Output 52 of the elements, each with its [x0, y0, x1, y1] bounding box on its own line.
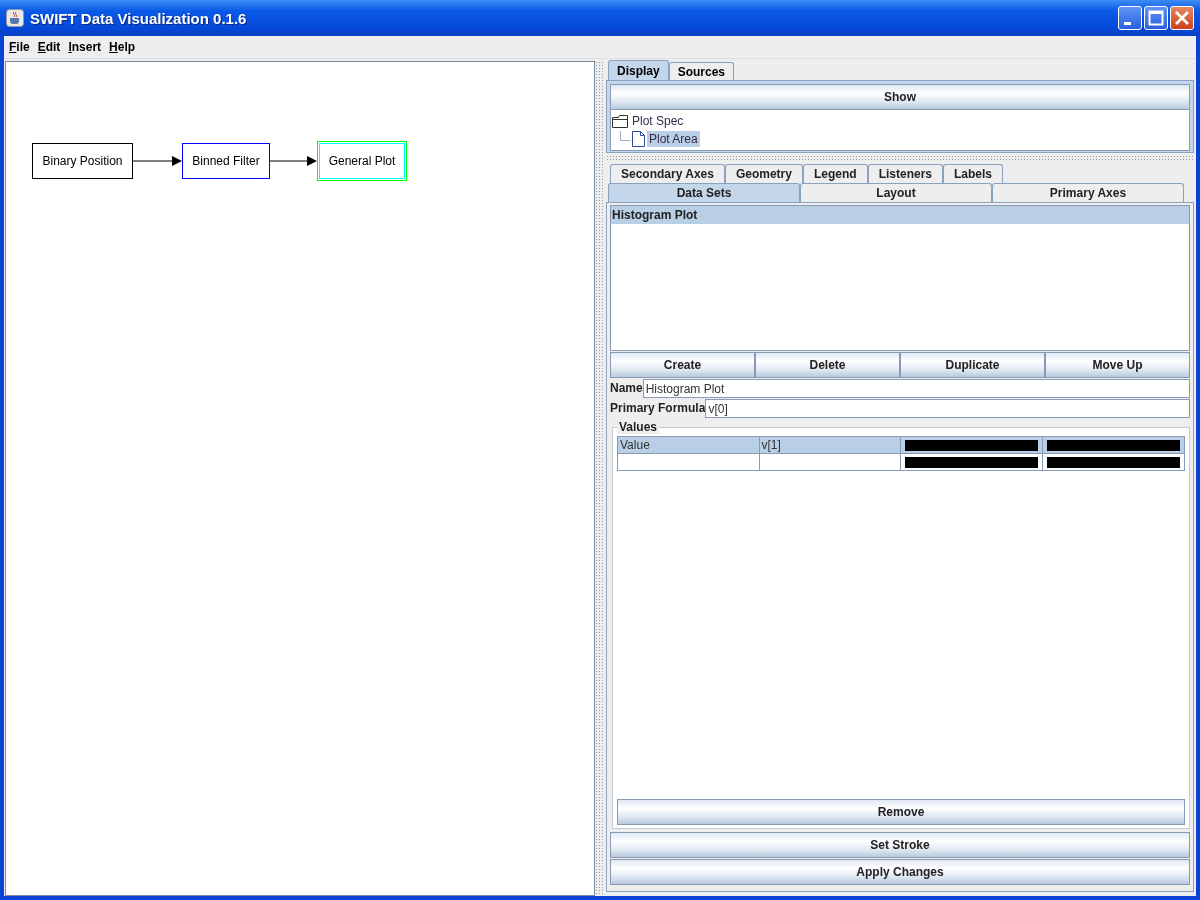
file-icon [632, 131, 645, 147]
group-title: Values [617, 420, 660, 434]
color-swatch[interactable] [1046, 456, 1180, 468]
tab[interactable]: Labels [943, 164, 1003, 183]
coffee-cup-icon [6, 9, 24, 27]
text-field[interactable]: v[0] [705, 399, 1190, 418]
tab[interactable]: Geometry [724, 164, 803, 183]
tree-item[interactable]: Plot Spec [630, 113, 686, 129]
action-button[interactable]: Create [610, 352, 755, 378]
color-swatch[interactable] [905, 439, 1038, 451]
menu-item[interactable]: Insert [65, 40, 105, 54]
window-title: SWIFT Data Visualization 0.1.6 [30, 9, 248, 27]
maximize-button[interactable] [1144, 6, 1168, 30]
graph-node[interactable]: General Plot [317, 141, 407, 181]
color-swatch[interactable] [1046, 439, 1180, 451]
color-swatch[interactable] [905, 456, 1038, 468]
menu-item[interactable]: Help [106, 40, 139, 54]
table-cell: v[1] [759, 437, 901, 453]
graph-node[interactable]: Binned Filter [182, 143, 270, 179]
tab[interactable]: Sources [668, 62, 735, 80]
remove-button[interactable]: Remove [617, 799, 1185, 825]
action-button[interactable]: Apply Changes [610, 859, 1190, 885]
menu-item[interactable]: Edit [34, 40, 64, 54]
close-button[interactable] [1170, 6, 1194, 30]
show-button[interactable]: Show [610, 84, 1190, 110]
action-button[interactable]: Delete [755, 352, 900, 378]
tab[interactable]: Legend [802, 164, 868, 183]
splitter-handle[interactable] [606, 155, 1194, 162]
action-button[interactable]: Duplicate [900, 352, 1045, 378]
tab[interactable]: Display [608, 60, 669, 80]
field-label: Primary Formula [610, 400, 706, 417]
graph-node[interactable]: Binary Position [32, 143, 133, 179]
tab[interactable]: Data Sets [608, 183, 800, 202]
tab[interactable]: Layout [800, 183, 992, 202]
list-item[interactable]: Histogram Plot [611, 206, 1189, 224]
connector-arrow [270, 156, 317, 166]
tab[interactable]: Primary Axes [992, 183, 1184, 202]
minimize-button[interactable] [1118, 6, 1142, 30]
minimize-icon [1124, 21, 1131, 25]
text-field[interactable]: Histogram Plot [642, 379, 1190, 398]
splitter-handle[interactable] [595, 61, 604, 894]
connector-arrow [133, 156, 182, 166]
table-cell: Value [618, 437, 760, 453]
tab[interactable]: Secondary Axes [610, 164, 725, 183]
field-label: Name [610, 380, 643, 397]
tab[interactable]: Listeners [867, 164, 943, 183]
action-button[interactable]: Move Up [1045, 352, 1190, 378]
tree-item[interactable]: Plot Area [647, 131, 700, 147]
maximize-icon [1148, 10, 1164, 26]
close-icon [1174, 10, 1190, 26]
menu-item[interactable]: File [6, 40, 33, 54]
action-button[interactable]: Set Stroke [610, 832, 1190, 858]
